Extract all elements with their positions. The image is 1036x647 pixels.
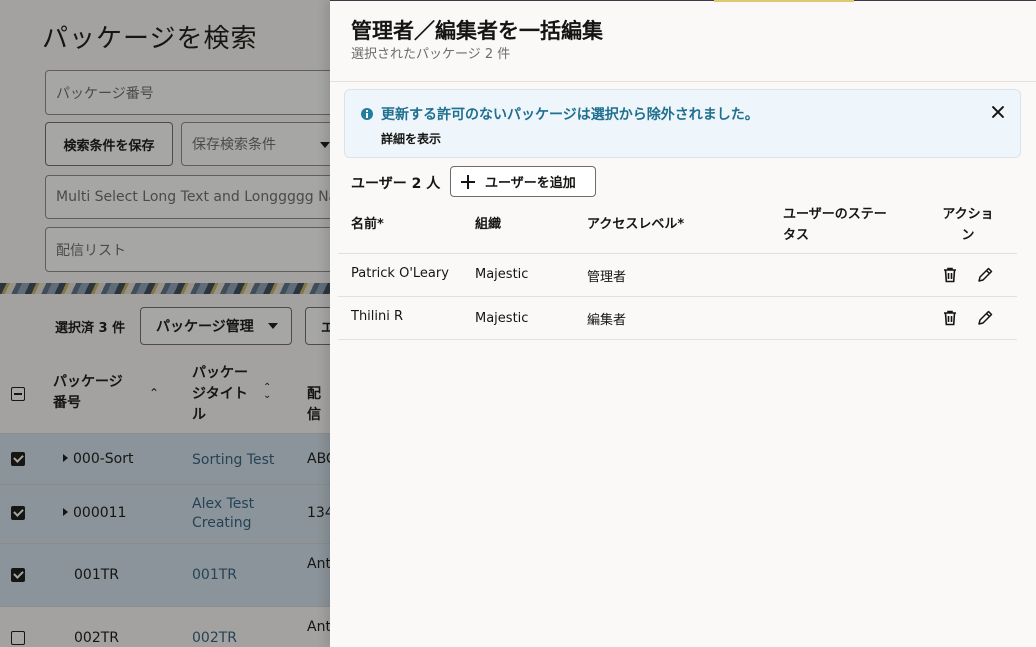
- info-message: 更新する許可のないパッケージは選択から除外されました。 詳細を表示: [344, 89, 1021, 158]
- users-table-header: 名前* 組織 アクセスレベル* ユーザーのステー タス アクショ ン: [338, 200, 1017, 254]
- users-count: ユーザー 2 人: [351, 176, 441, 192]
- close-icon[interactable]: [990, 104, 1006, 120]
- info-icon: [361, 108, 373, 120]
- user-org: Majestic: [475, 267, 529, 282]
- column-header-access-level: アクセスレベル*: [587, 217, 685, 232]
- drawer-accent-bar: [714, 0, 854, 2]
- column-header-name: 名前*: [351, 217, 384, 232]
- column-header-user-status: ユーザーのステー タス: [783, 207, 887, 243]
- add-user-label: ユーザーを追加: [485, 176, 576, 191]
- user-org: Majestic: [475, 311, 529, 326]
- info-message-text: 更新する許可のないパッケージは選択から除外されました。: [381, 107, 759, 123]
- plus-icon: [461, 174, 475, 189]
- trash-icon[interactable]: [940, 265, 960, 285]
- drawer-title: 管理者／編集者を一括編集: [351, 19, 603, 43]
- pencil-icon[interactable]: [975, 265, 995, 285]
- add-user-button[interactable]: ユーザーを追加: [450, 166, 596, 197]
- user-name: Thilini R: [351, 309, 404, 324]
- drawer-top-border: [330, 0, 1036, 1]
- user-access-level: 編集者: [587, 313, 627, 328]
- drawer-header: 管理者／編集者を一括編集 選択されたパッケージ 2 件: [330, 0, 1036, 82]
- show-details-link[interactable]: 詳細を表示: [381, 130, 441, 147]
- user-access-level: 管理者: [587, 270, 627, 285]
- column-header-org: 組織: [475, 217, 502, 232]
- bulk-edit-drawer: 管理者／編集者を一括編集 選択されたパッケージ 2 件 更新する許可のないパッケ…: [330, 0, 1036, 647]
- drawer-subtitle: 選択されたパッケージ 2 件: [351, 47, 511, 62]
- user-name: Patrick O'Leary: [351, 266, 449, 281]
- trash-icon[interactable]: [940, 308, 960, 328]
- column-header-actions: アクショ ン: [942, 207, 994, 243]
- modal-scrim[interactable]: [0, 0, 330, 647]
- pencil-icon[interactable]: [975, 308, 995, 328]
- user-row: Patrick O'Leary Majestic 管理者: [338, 254, 1017, 297]
- user-row: Thilini R Majestic 編集者: [338, 297, 1017, 340]
